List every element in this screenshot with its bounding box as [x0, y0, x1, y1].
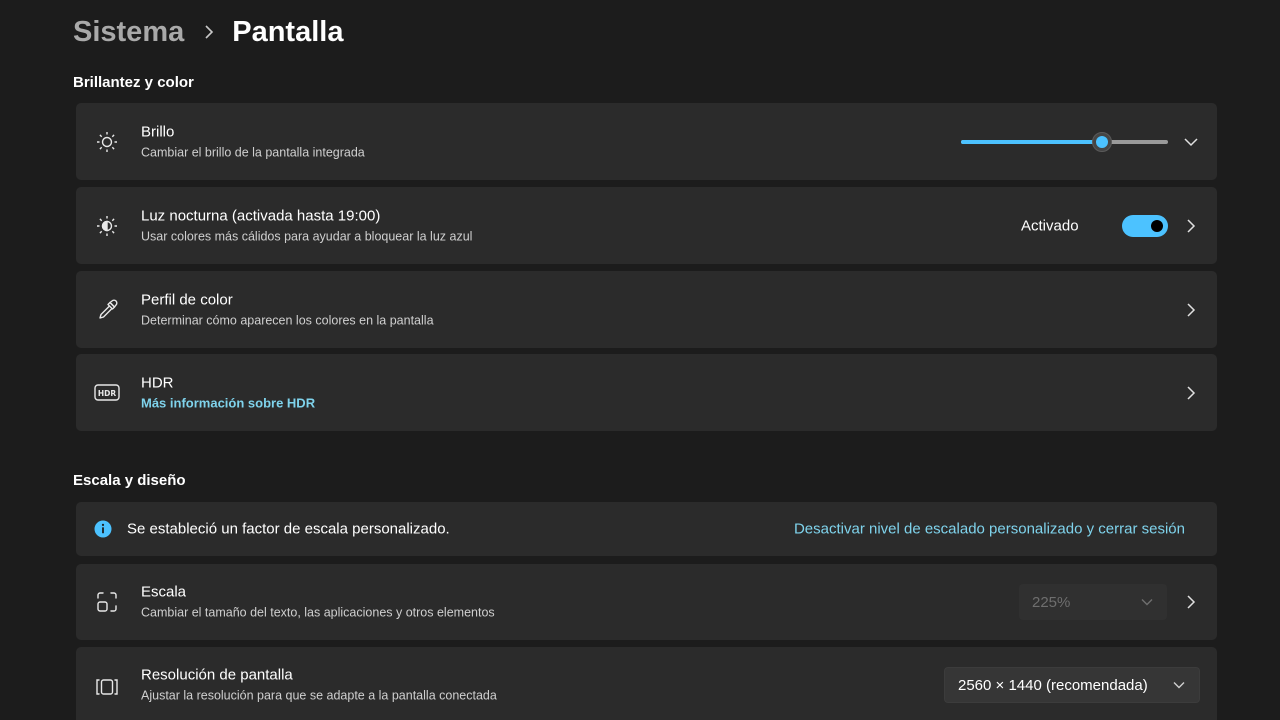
color-profile-title: Perfil de color: [141, 291, 233, 308]
scale-card[interactable]: Escala Cambiar el tamaño del texto, las …: [76, 564, 1217, 640]
breadcrumb: Sistema Pantalla: [73, 12, 343, 52]
chevron-down-icon: [1141, 598, 1153, 606]
sun-icon: [94, 129, 120, 155]
chevron-down-icon: [1173, 681, 1185, 689]
color-profile-desc: Determinar cómo aparecen los colores en …: [141, 313, 434, 327]
page-title: Pantalla: [232, 15, 344, 48]
chevron-right-icon: [204, 25, 214, 39]
chevron-right-icon[interactable]: [1181, 300, 1201, 320]
night-light-card[interactable]: Luz nocturna (activada hasta 19:00) Usar…: [76, 187, 1217, 264]
resolution-dropdown[interactable]: 2560 × 1440 (recomendada): [944, 667, 1200, 703]
resolution-desc: Ajustar la resolución para que se adapte…: [141, 688, 497, 703]
resolution-icon: [94, 674, 120, 700]
hdr-card[interactable]: HDR HDR Más información sobre HDR: [76, 354, 1217, 431]
resolution-title: Resolución de pantalla: [141, 666, 293, 684]
scale-desc: Cambiar el tamaño del texto, las aplicac…: [141, 605, 495, 620]
night-light-state-label: Activado: [1021, 217, 1079, 234]
night-light-desc: Usar colores más cálidos para ayudar a b…: [141, 229, 473, 243]
scale-title: Escala: [141, 583, 187, 601]
hdr-title: HDR: [141, 374, 174, 391]
brightness-card: Brillo Cambiar el brillo de la pantalla …: [76, 103, 1217, 180]
night-light-toggle[interactable]: [1122, 214, 1168, 237]
chevron-right-icon[interactable]: [1181, 383, 1201, 403]
scale-icon: [94, 589, 120, 615]
svg-text:HDR: HDR: [98, 389, 117, 398]
disable-custom-scaling-link[interactable]: Desactivar nivel de escalado personaliza…: [794, 521, 1185, 538]
brightness-slider[interactable]: [961, 131, 1168, 152]
night-light-icon: [94, 213, 120, 239]
section-title-scale-layout: Escala y diseño: [73, 472, 186, 489]
scale-dropdown[interactable]: 225%: [1019, 584, 1167, 620]
color-profile-card[interactable]: Perfil de color Determinar cómo aparecen…: [76, 271, 1217, 348]
brightness-desc: Cambiar el brillo de la pantalla integra…: [141, 145, 365, 159]
breadcrumb-sistema[interactable]: Sistema: [73, 16, 184, 49]
chevron-down-icon[interactable]: [1181, 132, 1201, 152]
hdr-learn-more-link[interactable]: Más información sobre HDR: [141, 394, 315, 412]
chevron-right-icon[interactable]: [1181, 216, 1201, 236]
chevron-right-icon[interactable]: [1181, 592, 1201, 612]
brightness-title: Brillo: [141, 123, 175, 140]
eyedropper-icon: [94, 297, 120, 323]
section-title-brightness-color: Brillantez y color: [73, 74, 194, 91]
resolution-value: 2560 × 1440 (recomendada): [958, 676, 1148, 694]
scale-notice-text: Se estableció un factor de escala person…: [127, 520, 450, 538]
resolution-card: Resolución de pantalla Ajustar la resolu…: [76, 647, 1217, 720]
slider-fill: [961, 139, 1102, 144]
hdr-icon: HDR: [94, 380, 120, 406]
slider-thumb[interactable]: [1091, 131, 1112, 152]
scale-notice-bar: Se estableció un factor de escala person…: [76, 502, 1217, 556]
scale-value: 225%: [1032, 593, 1071, 611]
night-light-title: Luz nocturna (activada hasta 19:00): [141, 207, 381, 224]
info-icon: [90, 516, 116, 542]
